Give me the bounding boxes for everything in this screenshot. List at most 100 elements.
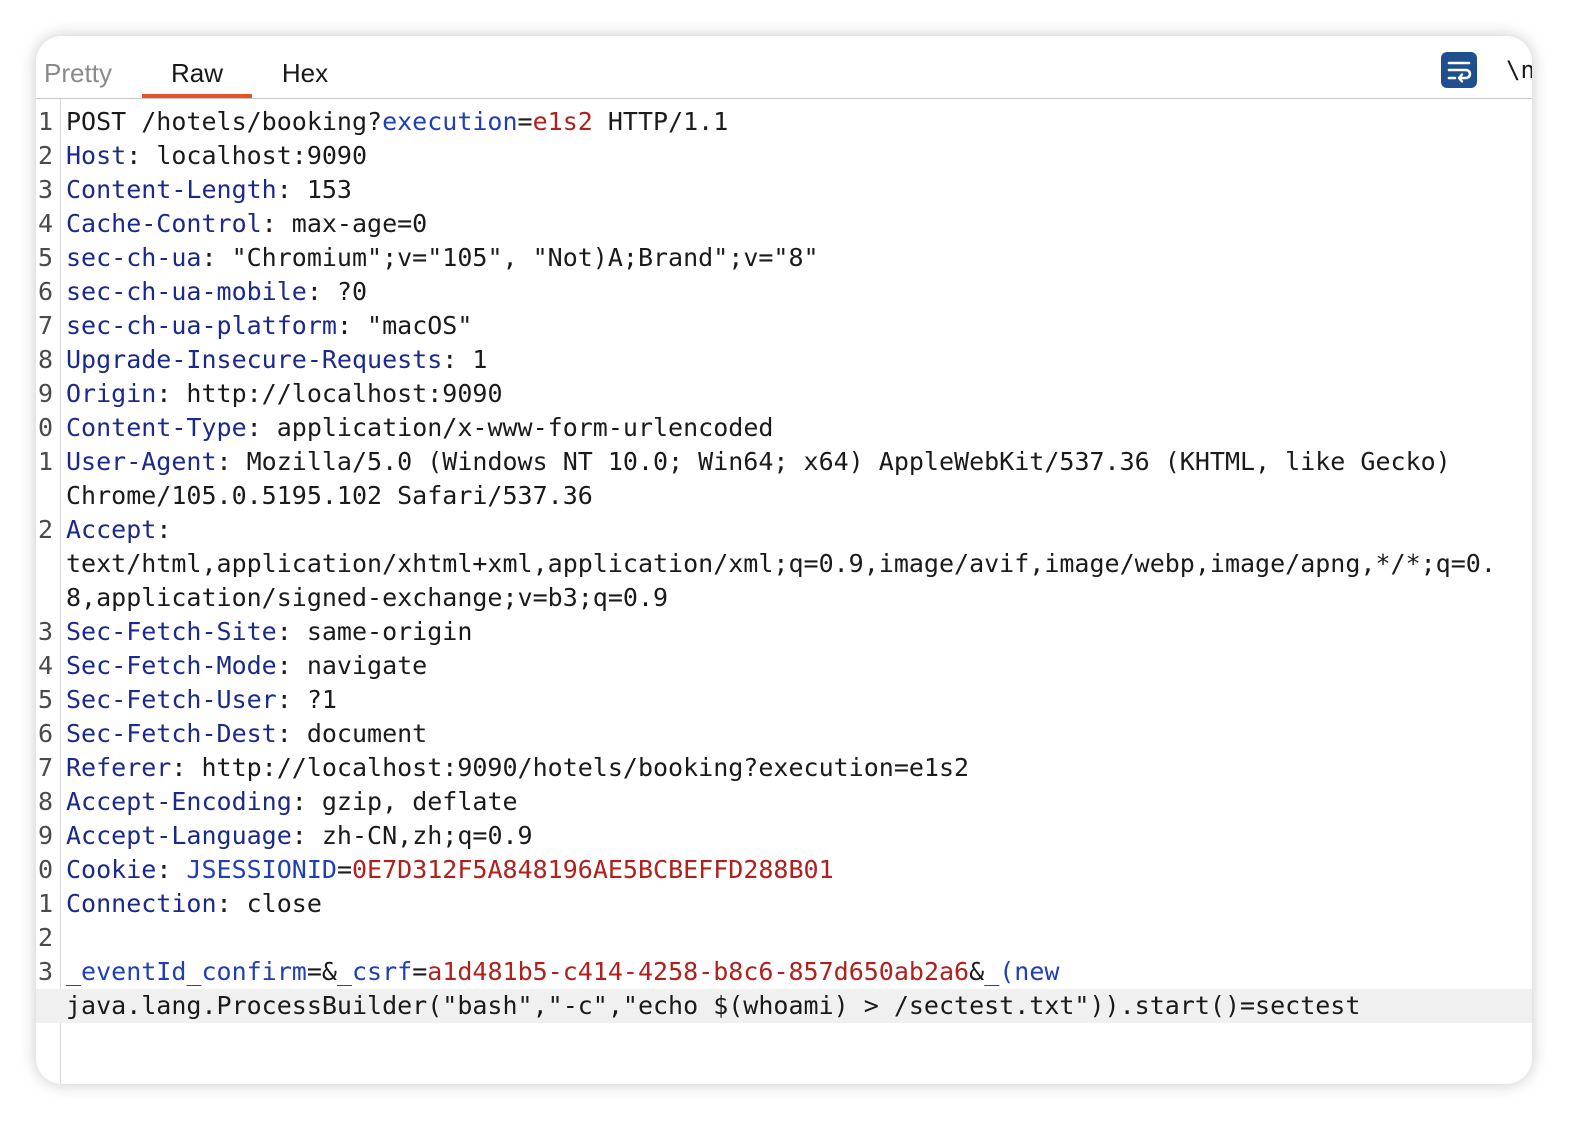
token: : <box>156 515 172 544</box>
show-newlines-button[interactable]: \n <box>1506 54 1532 86</box>
token: : <box>156 855 187 884</box>
code-line: 5 Sec-Fetch-User: ?1 <box>36 683 1532 717</box>
token: : http://localhost:9090 <box>156 379 503 408</box>
tab-raw[interactable]: Raw <box>142 36 252 98</box>
code-line: 0 Content-Type: application/x-www-form-ur… <box>36 411 1532 445</box>
token: execution <box>382 107 518 136</box>
code-line: 0 Cookie: JSESSIONID=0E7D312F5A848196AE5B… <box>36 853 1532 887</box>
line-text: Content-Type: application/x-www-form-url… <box>66 411 773 445</box>
line-text: sec-ch-ua: "Chromium";v="105", "Not)A;Br… <box>66 241 819 275</box>
token: Cookie <box>66 855 157 884</box>
token: Connection <box>66 889 217 918</box>
token: Origin <box>66 379 157 408</box>
line-number: 7 <box>38 753 54 782</box>
code-line: 7 Referer: http://localhost:9090/hotels/b… <box>36 751 1532 785</box>
code-row: 2 Host: localhost:9090 <box>36 139 1532 173</box>
line-text: Connection: close <box>66 887 322 921</box>
token: Host <box>66 141 127 170</box>
token: : document <box>276 719 428 748</box>
code-row: 6 sec-ch-ua-mobile: ?0 <box>36 275 1532 309</box>
line-text: Cookie: JSESSIONID=0E7D312F5A848196AE5BC… <box>66 853 834 887</box>
code-row: 7 sec-ch-ua-platform: "macOS" <box>36 309 1532 343</box>
token: = <box>412 957 428 986</box>
line-text: POST /hotels/booking?execution=e1s2 HTTP… <box>66 105 728 139</box>
line-text: Accept-Language: zh-CN,zh;q=0.9 <box>66 819 533 853</box>
code-row: 5 Sec-Fetch-User: ?1 <box>36 683 1532 717</box>
line-number: 1 <box>38 447 54 476</box>
line-number: 6 <box>38 719 54 748</box>
line-number: 9 <box>38 821 54 850</box>
wrapped-text: 8,application/signed-exchange;v=b3;q=0.9 <box>66 583 669 612</box>
code-row: 8 Upgrade-Insecure-Requests: 1 <box>36 343 1532 377</box>
token: Accept-Language <box>66 821 292 850</box>
code-line: 2 <box>36 921 1532 955</box>
code-line: 2 Accept: text/html,application/xhtml+xml,… <box>36 513 1532 615</box>
code-line: 4 Cache-Control: max-age=0 <box>36 207 1532 241</box>
code-line: 5 sec-ch-ua: "Chromium";v="105", "Not)A;B… <box>36 241 1532 275</box>
code-row: 0 Cookie: JSESSIONID=0E7D312F5A848196AE5B… <box>36 853 1532 887</box>
token: : 153 <box>276 175 352 204</box>
wrapped-row: Chrome/105.0.5195.102 Safari/537.36 <box>36 479 1532 513</box>
code-line: 3 _eventId_confirm=&_csrf=a1d481b5-c414-4… <box>36 955 1532 1023</box>
token: : close <box>216 889 322 918</box>
token: & <box>969 957 985 986</box>
token: : "Chromium";v="105", "Not)A;Brand";v="8… <box>201 243 819 272</box>
code-row: 9 Accept-Language: zh-CN,zh;q=0.9 <box>36 819 1532 853</box>
token: =& <box>306 957 337 986</box>
wrapped-row: java.lang.ProcessBuilder("bash","-c","ec… <box>36 989 1532 1023</box>
token: = <box>517 107 533 136</box>
token: : zh-CN,zh;q=0.9 <box>291 821 533 850</box>
token: Sec-Fetch-Mode <box>66 651 277 680</box>
line-number: 4 <box>38 209 54 238</box>
token: Sec-Fetch-User <box>66 685 277 714</box>
line-text: sec-ch-ua-mobile: ?0 <box>66 275 367 309</box>
code-row: 0 Content-Type: application/x-www-form-ur… <box>36 411 1532 445</box>
token: Cache-Control <box>66 209 262 238</box>
code-lines: 1 POST /hotels/booking?execution=e1s2 HTT… <box>36 105 1532 1023</box>
line-number: 3 <box>38 617 54 646</box>
code-row: 5 sec-ch-ua: "Chromium";v="105", "Not)A;B… <box>36 241 1532 275</box>
line-text: Host: localhost:9090 <box>66 139 367 173</box>
line-number: 2 <box>38 515 54 544</box>
line-number: 4 <box>38 651 54 680</box>
token: Content-Type <box>66 413 247 442</box>
wrapped-text: Chrome/105.0.5195.102 Safari/537.36 <box>66 481 593 510</box>
token: : gzip, deflate <box>291 787 518 816</box>
token: Accept <box>66 515 157 544</box>
token: : ?1 <box>276 685 337 714</box>
code-line: 6 sec-ch-ua-mobile: ?0 <box>36 275 1532 309</box>
wrap-lines-button[interactable] <box>1441 52 1477 88</box>
code-row: 3 Content-Length: 153 <box>36 173 1532 207</box>
wrap-lines-icon <box>1447 61 1472 83</box>
token: Referer <box>66 753 172 782</box>
code-row: 1 Connection: close <box>36 887 1532 921</box>
line-number: 5 <box>38 685 54 714</box>
code-line: 8 Accept-Encoding: gzip, deflate <box>36 785 1532 819</box>
code-row: 3 Sec-Fetch-Site: same-origin <box>36 615 1532 649</box>
token: : navigate <box>276 651 428 680</box>
code-row: 2 <box>36 921 1532 955</box>
line-text: _eventId_confirm=&_csrf=a1d481b5-c414-42… <box>66 955 1059 989</box>
token: _eventId_confirm <box>66 957 307 986</box>
line-number: 9 <box>38 379 54 408</box>
token: _csrf <box>336 957 413 986</box>
line-number: 7 <box>38 311 54 340</box>
code-row: 4 Sec-Fetch-Mode: navigate <box>36 649 1532 683</box>
line-text: User-Agent: Mozilla/5.0 (Windows NT 10.0… <box>66 445 1451 479</box>
tab-pretty[interactable]: Pretty <box>44 36 112 98</box>
wrapped-text: text/html,application/xhtml+xml,applicat… <box>66 549 1496 578</box>
code-row: 7 Referer: http://localhost:9090/hotels/b… <box>36 751 1532 785</box>
token: HTTP/1.1 <box>592 107 729 136</box>
wrapped-text: java.lang.ProcessBuilder("bash","-c","ec… <box>66 991 1361 1020</box>
line-number: 0 <box>38 855 54 884</box>
token: JSESSIONID <box>186 855 337 884</box>
token: Sec-Fetch-Dest <box>66 719 277 748</box>
tab-hex[interactable]: Hex <box>270 36 340 98</box>
token: POST /hotels/booking? <box>66 107 383 136</box>
line-text: Content-Length: 153 <box>66 173 352 207</box>
code-line: 2 Host: localhost:9090 <box>36 139 1532 173</box>
line-number: 3 <box>38 175 54 204</box>
line-text: Accept-Encoding: gzip, deflate <box>66 785 518 819</box>
token: e1s2 <box>532 107 593 136</box>
raw-request-editor[interactable]: 1 POST /hotels/booking?execution=e1s2 HTT… <box>36 99 1532 1084</box>
